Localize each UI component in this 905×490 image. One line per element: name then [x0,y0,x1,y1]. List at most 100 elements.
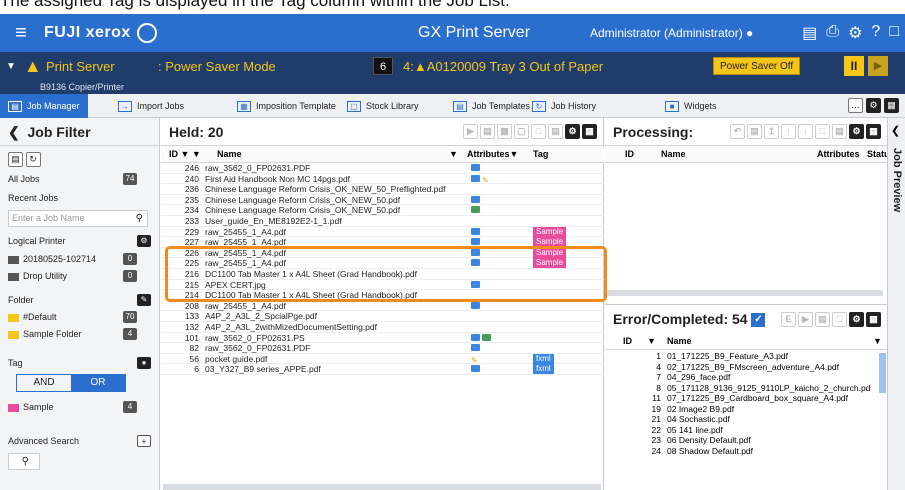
table-row[interactable]: 56 pocket guide.pdf ✎ fxml [161,353,604,365]
play-icon[interactable]: ▶ [798,312,813,327]
collapse-icon[interactable]: ▼ [6,61,16,72]
copy-icon[interactable]: ▤ [815,312,830,327]
held-layout-icon[interactable]: ▦ [582,124,597,139]
delete-icon[interactable]: □ [832,312,847,327]
table-row[interactable]: 133 A4P_2_A3L_2_SpcialPge.pdf [161,311,604,322]
col-id[interactable]: ID [623,333,632,350]
col-id[interactable]: ID ▼ ▼ [169,146,201,163]
or-option[interactable]: OR [71,375,125,391]
error-vscroll[interactable] [879,353,886,393]
table-row[interactable]: 21 04 Sochastic.pdf [605,414,877,425]
tab-widgets[interactable]: ■ Widgets [665,94,717,118]
printer-settings-icon[interactable]: ⚙ [137,235,151,247]
table-row[interactable]: 234 Chinese Language Reform Crisis_OK_NEW… [161,205,604,216]
col-name[interactable]: Name [667,333,692,350]
table-row[interactable]: 101 raw_3562_0_FP02631.PS [161,333,604,344]
proc-settings-icon[interactable]: ⚙ [849,124,864,139]
and-or-toggle[interactable]: AND OR [16,374,126,392]
col-name[interactable]: Name [661,146,686,163]
collapse-icon[interactable]: ❮ [891,124,900,137]
search-icon[interactable]: ⚲ [136,211,143,226]
tag-settings-icon[interactable]: ● [137,357,151,369]
col-id[interactable]: ID [625,146,634,163]
table-row[interactable]: 240 First Aid Handbook Non MC 14pgs.pdf ✎ [161,174,604,185]
col-attributes[interactable]: Attributes▼ [467,146,518,163]
folder-item[interactable]: #Default 70 [8,310,151,324]
resume-button[interactable]: ▶ [868,56,888,76]
job-name-search-input[interactable]: Enter a Job Name ⚲ [8,210,148,227]
filter-icon[interactable]: ▼ [647,333,656,350]
down-icon[interactable]: ↓ [798,124,813,139]
table-row[interactable]: 246 raw_3562_0_FP02631.PDF [161,163,604,174]
tab-job-manager[interactable]: ▤ Job Manager [0,94,88,118]
table-row[interactable]: 11 07_171225_B9_Cardboard_box_square_A4.p… [605,393,877,404]
layout-icon[interactable]: ▦ [884,98,899,113]
err-settings-icon[interactable]: ⚙ [849,312,864,327]
job-preview-panel[interactable]: ❮ Job Preview [887,118,905,490]
tab-import-jobs[interactable]: → Import Jobs [118,94,184,118]
table-row[interactable]: 233 User_guide_En_ME8192E2-1_1.pdf [161,216,604,227]
table-row[interactable]: 23 06 Density Default.pdf [605,435,877,446]
processing-hscroll[interactable] [607,290,883,296]
printer-icon[interactable]: ⎙ [826,23,839,43]
table-row[interactable]: 208 raw_25455_1_A4.pdf [161,301,604,312]
gear-icon[interactable]: ⚙ [848,23,862,43]
printer-item[interactable]: Drop Utility 0 [8,269,151,283]
back-icon[interactable]: ❮ [8,124,20,140]
edit-job-icon[interactable]: ▤ [548,124,563,139]
filter-refresh-icon[interactable]: ↻ [25,152,41,167]
delete-job-icon[interactable]: □ [531,124,546,139]
settings-icon[interactable]: ⚙ [866,98,881,113]
top-icon[interactable]: ↥ [764,124,779,139]
alert-message[interactable]: 4:▲A0120009 Tray 3 Out of Paper [403,59,603,74]
printer-item[interactable]: 20180525-102714 0 [8,252,151,266]
table-row[interactable]: 7 04_296_face.pdf [605,372,877,383]
col-attributes[interactable]: Attributes [817,146,860,163]
print-job-icon[interactable]: ▶ [463,124,478,139]
table-row[interactable]: 229 raw_25455_1_A4.pdf Sample [161,226,604,238]
folder-settings-icon[interactable]: ✎ [137,294,151,306]
move-job-icon[interactable]: ▢ [514,124,529,139]
table-row[interactable]: 236 Chinese Language Reform Crisis_OK_NEW… [161,184,604,195]
print-icon[interactable]: ▤ [802,23,817,43]
table-row[interactable]: 82 raw_3562_0_FP02631.PDF [161,343,604,354]
up-icon[interactable]: ↑ [781,124,796,139]
table-row[interactable]: 132 A4P_2_A3L_2withMizedDocumentSetting.p… [161,322,604,333]
tab-imposition-template[interactable]: ▦ Imposition Template [237,94,336,118]
e-icon[interactable]: E [781,312,796,327]
tab-job-history[interactable]: ↻ Job History [532,94,596,118]
folder-item[interactable]: Sample Folder 4 [8,327,151,341]
window-icon[interactable]: □ [889,23,899,43]
col-name[interactable]: Name [217,146,242,163]
table-row[interactable]: 1 01_171225_B9_Feature_A3.pdf [605,351,877,362]
stop-icon[interactable]: □ [815,124,830,139]
table-row[interactable]: 22 05 141 line.pdf [605,425,877,436]
col-tag[interactable]: Tag [533,146,548,163]
filter-icon[interactable]: ▼ [873,333,882,350]
table-row[interactable]: 4 02_171225_B9_FMscreen_adventure_A4.pdf [605,362,877,373]
table-row[interactable]: 235 Chinese Language Reform Crisis_OK_NEW… [161,195,604,206]
power-saver-off-button[interactable]: Power Saver Off [713,57,801,75]
tag-item-sample[interactable]: Sample 4 [8,400,151,414]
table-row[interactable]: 24 08 Shadow Default.pdf [605,446,877,457]
proc-layout-icon[interactable]: ▦ [866,124,881,139]
advanced-search-button[interactable]: ⚲ [8,453,40,470]
table-row[interactable]: 19 02 Image2 B9.pdf [605,404,877,415]
err-layout-icon[interactable]: ▦ [866,312,881,327]
table-row[interactable]: 6 03_Y327_B9 series_APPE.pdf fxml [161,364,604,375]
held-hscroll[interactable] [163,484,601,490]
pause-button[interactable]: II [844,56,864,76]
tab-stock-library[interactable]: ▢ Stock Library [347,94,419,118]
and-option[interactable]: AND [17,375,71,391]
more-icon[interactable]: … [848,98,863,113]
copy-icon[interactable]: ▤ [747,124,762,139]
undo-icon[interactable]: ↶ [730,124,745,139]
merge-job-icon[interactable]: ▦ [497,124,512,139]
tab-job-templates[interactable]: ▤ Job Templates [453,94,530,118]
copy-job-icon[interactable]: ▤ [480,124,495,139]
table-row[interactable]: 8 05_171128_9136_9125_9110LP_kaicho_2_chu… [605,383,877,394]
add-icon[interactable]: + [137,435,151,447]
held-settings-icon[interactable]: ⚙ [565,124,580,139]
user-label[interactable]: Administrator (Administrator) ● [590,26,753,40]
filter-list-icon[interactable]: ▤ [8,152,23,167]
